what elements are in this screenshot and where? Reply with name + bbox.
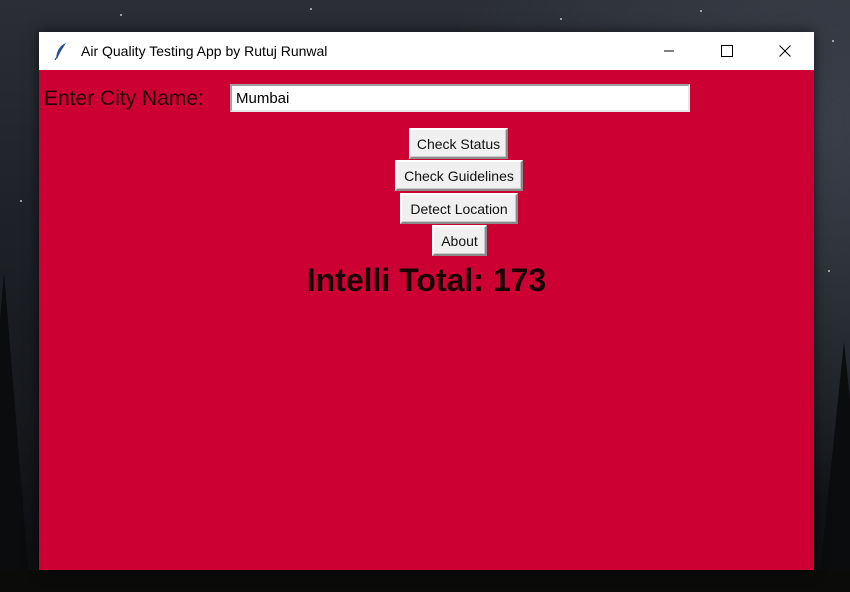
minimize-icon xyxy=(664,50,674,52)
about-button[interactable]: About xyxy=(432,225,487,256)
maximize-icon xyxy=(721,45,733,57)
close-button[interactable] xyxy=(756,32,814,70)
app-window: Air Quality Testing App by Rutuj Runwal … xyxy=(39,32,814,570)
window-title: Air Quality Testing App by Rutuj Runwal xyxy=(81,43,328,59)
intelli-total-result: Intelli Total: 173 xyxy=(306,262,547,298)
check-guidelines-button[interactable]: Check Guidelines xyxy=(395,160,523,191)
maximize-button[interactable] xyxy=(698,32,756,70)
check-status-button[interactable]: Check Status xyxy=(409,128,508,159)
title-bar[interactable]: Air Quality Testing App by Rutuj Runwal xyxy=(39,32,814,70)
close-icon xyxy=(779,45,791,57)
detect-location-button[interactable]: Detect Location xyxy=(400,193,518,224)
app-content: Enter City Name: Check Status Check Guid… xyxy=(39,70,814,570)
minimize-button[interactable] xyxy=(640,32,698,70)
city-name-label: Enter City Name: xyxy=(44,87,204,110)
feather-icon xyxy=(47,32,75,70)
city-name-input[interactable] xyxy=(230,84,690,112)
